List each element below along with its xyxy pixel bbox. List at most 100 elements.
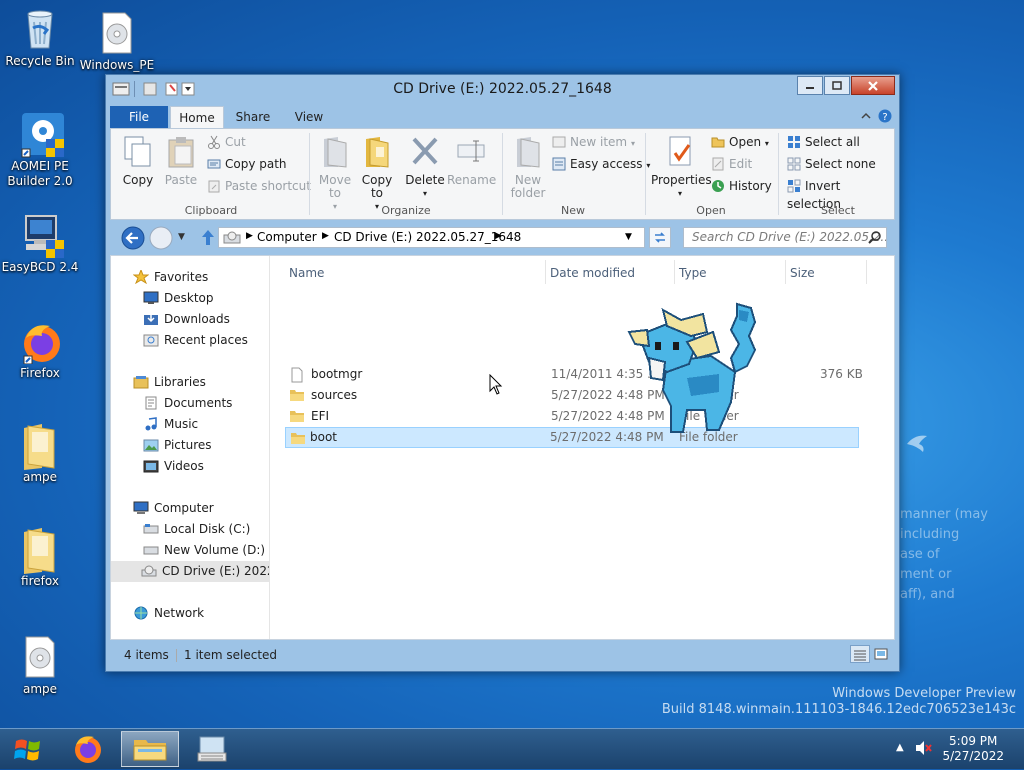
forward-button[interactable] <box>148 226 174 253</box>
chevron-up-icon[interactable] <box>860 110 872 125</box>
desktop-icon-ampe-folder[interactable]: ampe <box>0 424 80 485</box>
copy-path-icon <box>207 157 221 171</box>
edit-button[interactable]: Edit <box>711 155 752 173</box>
tab-view[interactable]: View <box>285 106 333 128</box>
tab-file[interactable]: File <box>110 106 168 128</box>
desktop-icon-firefox-folder[interactable]: firefox <box>0 528 80 589</box>
desktop-icon-firefox[interactable]: Firefox <box>0 320 80 381</box>
system-clock[interactable]: 5:09 PM 5/27/2022 <box>942 734 1004 764</box>
easybcd-icon <box>20 214 64 258</box>
nav-videos[interactable]: Videos <box>143 456 204 477</box>
nav-desktop[interactable]: Desktop <box>143 288 214 309</box>
tab-home[interactable]: Home <box>170 106 224 129</box>
properties-button[interactable]: Properties ▾ <box>651 135 712 200</box>
file-name: sources <box>311 388 358 402</box>
copy-button[interactable]: Copy <box>119 135 157 187</box>
nav-music[interactable]: Music <box>143 414 198 435</box>
nav-network[interactable]: Network <box>133 603 204 624</box>
nav-cd-drive-e[interactable]: CD Drive (E:) 2022.05.27_1648 <box>111 561 269 582</box>
nav-label: Network <box>154 606 205 620</box>
maximize-button[interactable] <box>824 76 850 95</box>
paste-shortcut-button[interactable]: Paste shortcut <box>207 177 311 195</box>
nav-label: Downloads <box>164 312 230 326</box>
taskbar-firefox-button[interactable] <box>66 731 110 767</box>
easy-access-icon <box>552 157 566 171</box>
cut-button[interactable]: Cut <box>207 133 246 151</box>
column-header-type[interactable]: Type <box>679 266 707 280</box>
new-folder-button[interactable]: New folder <box>506 135 550 200</box>
details-view-button[interactable] <box>850 645 870 663</box>
move-to-label: Move to <box>318 173 352 200</box>
column-header-date[interactable]: Date modified <box>550 266 635 280</box>
desktop-icon-recycle-bin[interactable]: Recycle Bin <box>0 8 80 69</box>
column-header-name[interactable]: Name <box>289 266 324 280</box>
desktop-icon <box>143 291 159 305</box>
up-button[interactable] <box>200 228 216 251</box>
address-bar[interactable]: ▶ Computer ▶ CD Drive (E:) 2022.05.27_16… <box>218 227 645 248</box>
copy-path-button[interactable]: Copy path <box>207 155 287 173</box>
new-item-button[interactable]: New item ▾ <box>552 133 635 151</box>
desktop-icon-windows-pe[interactable]: Windows_PE <box>77 12 157 73</box>
recent-locations-dropdown[interactable]: ▼ <box>178 232 185 242</box>
nav-label: Recent places <box>164 333 248 347</box>
address-dropdown-button[interactable]: ▼ <box>625 232 632 242</box>
select-none-button[interactable]: Select none <box>787 155 876 173</box>
navigation-pane: Favorites Desktop Downloads Recent place… <box>111 256 270 639</box>
nav-favorites[interactable]: Favorites <box>132 267 209 288</box>
ribbon-separator <box>502 133 503 215</box>
select-none-label: Select none <box>805 157 876 171</box>
large-icons-view-button[interactable] <box>872 645 892 663</box>
nav-libraries[interactable]: Libraries <box>133 372 206 393</box>
volume-muted-icon[interactable] <box>914 740 932 759</box>
taskbar-explorer-button[interactable] <box>121 731 179 767</box>
delete-button[interactable]: Delete ▾ <box>405 135 445 200</box>
aomei-icon <box>20 113 64 158</box>
breadcrumb-cd-drive[interactable]: CD Drive (E:) 2022.05.27_1648 <box>334 230 521 244</box>
close-button[interactable] <box>851 76 895 95</box>
desktop-icon-ampe-disc[interactable]: ampe <box>0 636 80 697</box>
watermark-line1: Windows Developer Preview <box>832 686 1016 701</box>
select-all-button[interactable]: Select all <box>787 133 860 151</box>
desktop-icon-easybcd[interactable]: EasyBCD 2.4 <box>0 214 80 275</box>
minimize-button[interactable] <box>797 76 823 95</box>
taskbar-on-screen-keyboard-button[interactable] <box>190 731 234 767</box>
nav-pictures[interactable]: Pictures <box>143 435 212 456</box>
nav-local-disk-c[interactable]: Local Disk (C:) <box>143 519 250 540</box>
copy-to-button[interactable]: Copy to ▾ <box>357 135 397 213</box>
search-input[interactable]: Search CD Drive (E:) 2022.05.2... <box>683 227 887 248</box>
nav-documents[interactable]: Documents <box>143 393 232 414</box>
move-to-button[interactable]: Move to ▾ <box>315 135 355 213</box>
nav-new-volume-d[interactable]: New Volume (D:) <box>143 540 265 561</box>
desktop-icon-label: Windows_PE <box>79 58 155 72</box>
status-selected-count: 1 item selected <box>184 648 278 662</box>
refresh-button[interactable] <box>649 227 671 248</box>
column-header-size[interactable]: Size <box>790 266 815 280</box>
title-bar[interactable]: CD Drive (E:) 2022.05.27_1648 <box>106 75 899 103</box>
start-button[interactable] <box>8 731 52 767</box>
edit-icon <box>711 157 725 171</box>
open-folder-icon <box>711 135 725 149</box>
desktop-icon-aomei[interactable]: AOMEI PE Builder 2.0 <box>0 113 80 189</box>
history-button[interactable]: History <box>711 177 772 195</box>
downloads-icon <box>143 312 159 326</box>
back-button[interactable] <box>120 226 146 253</box>
invert-selection-button[interactable]: Invert selection <box>787 177 894 211</box>
nav-recent-places[interactable]: Recent places <box>143 330 248 351</box>
tab-share[interactable]: Share <box>228 106 278 128</box>
refresh-icon <box>655 232 665 243</box>
open-button[interactable]: Open ▾ <box>711 133 769 151</box>
windows-logo-icon <box>14 739 40 761</box>
easy-access-button[interactable]: Easy access ▾ <box>552 155 650 173</box>
column-divider <box>674 260 675 284</box>
nav-computer[interactable]: Computer <box>133 498 214 519</box>
rename-label: Rename <box>447 173 497 187</box>
rename-button[interactable]: Rename <box>447 135 497 187</box>
show-hidden-icons-button[interactable]: ▲ <box>896 742 904 753</box>
nav-downloads[interactable]: Downloads <box>143 309 230 330</box>
explorer-window[interactable]: CD Drive (E:) 2022.05.27_1648 File Home … <box>105 74 900 672</box>
help-icon[interactable]: ? <box>878 109 892 126</box>
breadcrumb-computer[interactable]: Computer <box>257 230 317 244</box>
file-icon <box>289 367 305 383</box>
nav-label: Favorites <box>154 270 209 284</box>
paste-button[interactable]: Paste <box>161 135 201 187</box>
